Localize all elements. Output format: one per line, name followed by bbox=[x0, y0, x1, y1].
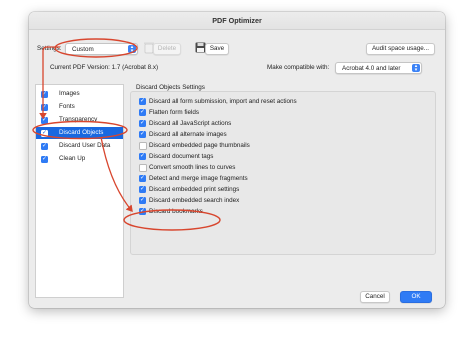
option-discard-print-settings[interactable]: ✓ Discard embedded print settings bbox=[131, 184, 431, 195]
option-label: Discard embedded search index bbox=[149, 196, 240, 204]
sidebar-item-label: Discard User Data bbox=[59, 142, 111, 149]
checkbox-fonts[interactable]: ✓ bbox=[41, 103, 48, 111]
checkbox-convert-smooth-lines[interactable]: ✓ bbox=[139, 164, 147, 172]
delete-button[interactable]: Delete bbox=[153, 43, 181, 55]
checkbox-discard-thumbnails[interactable]: ✓ bbox=[139, 142, 147, 150]
option-label: Flatten form fields bbox=[149, 108, 200, 116]
sidebar-item-label: Clean Up bbox=[59, 155, 86, 162]
option-label: Discard bookmarks bbox=[149, 207, 203, 215]
option-label: Discard all form submission, import and … bbox=[149, 97, 297, 105]
make-compatible-label: Make compatible with: bbox=[267, 64, 330, 71]
sidebar-item-label: Transparency bbox=[59, 116, 98, 123]
sidebar-item-label: Discard Objects bbox=[59, 129, 104, 136]
compatibility-dropdown[interactable]: Acrobat 4.0 and later ▴ ▾ bbox=[335, 62, 422, 74]
chevron-updown-icon: ▴ ▾ bbox=[128, 45, 136, 54]
sidebar-item-label: Fonts bbox=[59, 103, 75, 110]
checkbox-flatten-form-fields[interactable]: ✓ bbox=[139, 109, 146, 116]
current-pdf-version: Current PDF Version: 1.7 (Acrobat 8.x) bbox=[50, 64, 159, 71]
checkbox-images[interactable]: ✓ bbox=[41, 90, 48, 98]
option-label: Discard embedded page thumbnails bbox=[149, 141, 250, 149]
option-merge-image-fragments[interactable]: ✓ Detect and merge image fragments bbox=[131, 173, 431, 184]
option-label: Discard embedded print settings bbox=[149, 185, 240, 193]
checkbox-discard-form-actions[interactable]: ✓ bbox=[139, 98, 146, 105]
sidebar-item-discard-objects[interactable]: ✓ Discard Objects bbox=[36, 127, 123, 139]
option-discard-form-actions[interactable]: ✓ Discard all form submission, import an… bbox=[131, 96, 431, 107]
option-convert-smooth-lines[interactable]: ✓ Convert smooth lines to curves bbox=[131, 162, 431, 173]
checkbox-merge-image-fragments[interactable]: ✓ bbox=[139, 175, 146, 182]
checkbox-transparency[interactable]: ✓ bbox=[41, 116, 48, 124]
option-discard-bookmarks[interactable]: ✓ Discard bookmarks bbox=[131, 206, 431, 217]
sidebar-item-discard-user-data[interactable]: ✓ Discard User Data bbox=[36, 140, 123, 152]
pdf-optimizer-dialog: PDF Optimizer Settings: Custom ▴ ▾ Delete… bbox=[29, 12, 445, 308]
checkbox-discard-objects[interactable]: ✓ bbox=[41, 129, 48, 137]
option-label: Discard all alternate images bbox=[149, 130, 227, 138]
checkbox-discard-user-data[interactable]: ✓ bbox=[41, 142, 48, 150]
option-label: Discard all JavaScript actions bbox=[149, 119, 232, 127]
panel-heading: Discard Objects Settings bbox=[136, 84, 205, 91]
option-discard-alternate-images[interactable]: ✓ Discard all alternate images bbox=[131, 129, 431, 140]
option-label: Convert smooth lines to curves bbox=[149, 163, 236, 171]
category-sidebar: ✓ Images ✓ Fonts ✓ Transparency ✓ Discar… bbox=[35, 84, 124, 298]
sidebar-item-label: Images bbox=[59, 90, 80, 97]
checkbox-clean-up[interactable]: ✓ bbox=[41, 155, 48, 163]
option-discard-javascript[interactable]: ✓ Discard all JavaScript actions bbox=[131, 118, 431, 129]
sidebar-item-fonts[interactable]: ✓ Fonts bbox=[36, 101, 123, 113]
option-label: Discard document tags bbox=[149, 152, 214, 160]
title-bar[interactable]: PDF Optimizer bbox=[29, 12, 445, 30]
option-discard-search-index[interactable]: ✓ Discard embedded search index bbox=[131, 195, 431, 206]
settings-label: Settings: bbox=[37, 45, 62, 52]
checkbox-discard-javascript[interactable]: ✓ bbox=[139, 120, 146, 127]
window-title: PDF Optimizer bbox=[212, 16, 262, 25]
checkbox-discard-print-settings[interactable]: ✓ bbox=[139, 186, 146, 193]
checkbox-discard-search-index[interactable]: ✓ bbox=[139, 197, 146, 204]
discard-objects-settings: ✓ Discard all form submission, import an… bbox=[130, 91, 436, 255]
audit-space-usage-button[interactable]: Audit space usage... bbox=[366, 43, 435, 55]
compatibility-dropdown-value: Acrobat 4.0 and later bbox=[342, 64, 401, 72]
settings-dropdown-value: Custom bbox=[72, 45, 94, 53]
cancel-button[interactable]: Cancel bbox=[360, 291, 390, 303]
settings-dropdown[interactable]: Custom ▴ ▾ bbox=[65, 43, 138, 55]
ok-button[interactable]: OK bbox=[400, 291, 432, 303]
save-button[interactable]: Save bbox=[205, 43, 229, 55]
chevron-updown-icon: ▴ ▾ bbox=[412, 64, 420, 73]
sidebar-item-clean-up[interactable]: ✓ Clean Up bbox=[36, 153, 123, 165]
option-discard-thumbnails[interactable]: ✓ Discard embedded page thumbnails bbox=[131, 140, 431, 151]
checkbox-discard-bookmarks[interactable]: ✓ bbox=[139, 208, 146, 215]
option-flatten-form-fields[interactable]: ✓ Flatten form fields bbox=[131, 107, 431, 118]
option-discard-document-tags[interactable]: ✓ Discard document tags bbox=[131, 151, 431, 162]
checkbox-discard-document-tags[interactable]: ✓ bbox=[139, 153, 146, 160]
checkbox-discard-alternate-images[interactable]: ✓ bbox=[139, 131, 146, 138]
sidebar-item-images[interactable]: ✓ Images bbox=[36, 88, 123, 100]
option-label: Detect and merge image fragments bbox=[149, 174, 248, 182]
sidebar-item-transparency[interactable]: ✓ Transparency bbox=[36, 114, 123, 126]
